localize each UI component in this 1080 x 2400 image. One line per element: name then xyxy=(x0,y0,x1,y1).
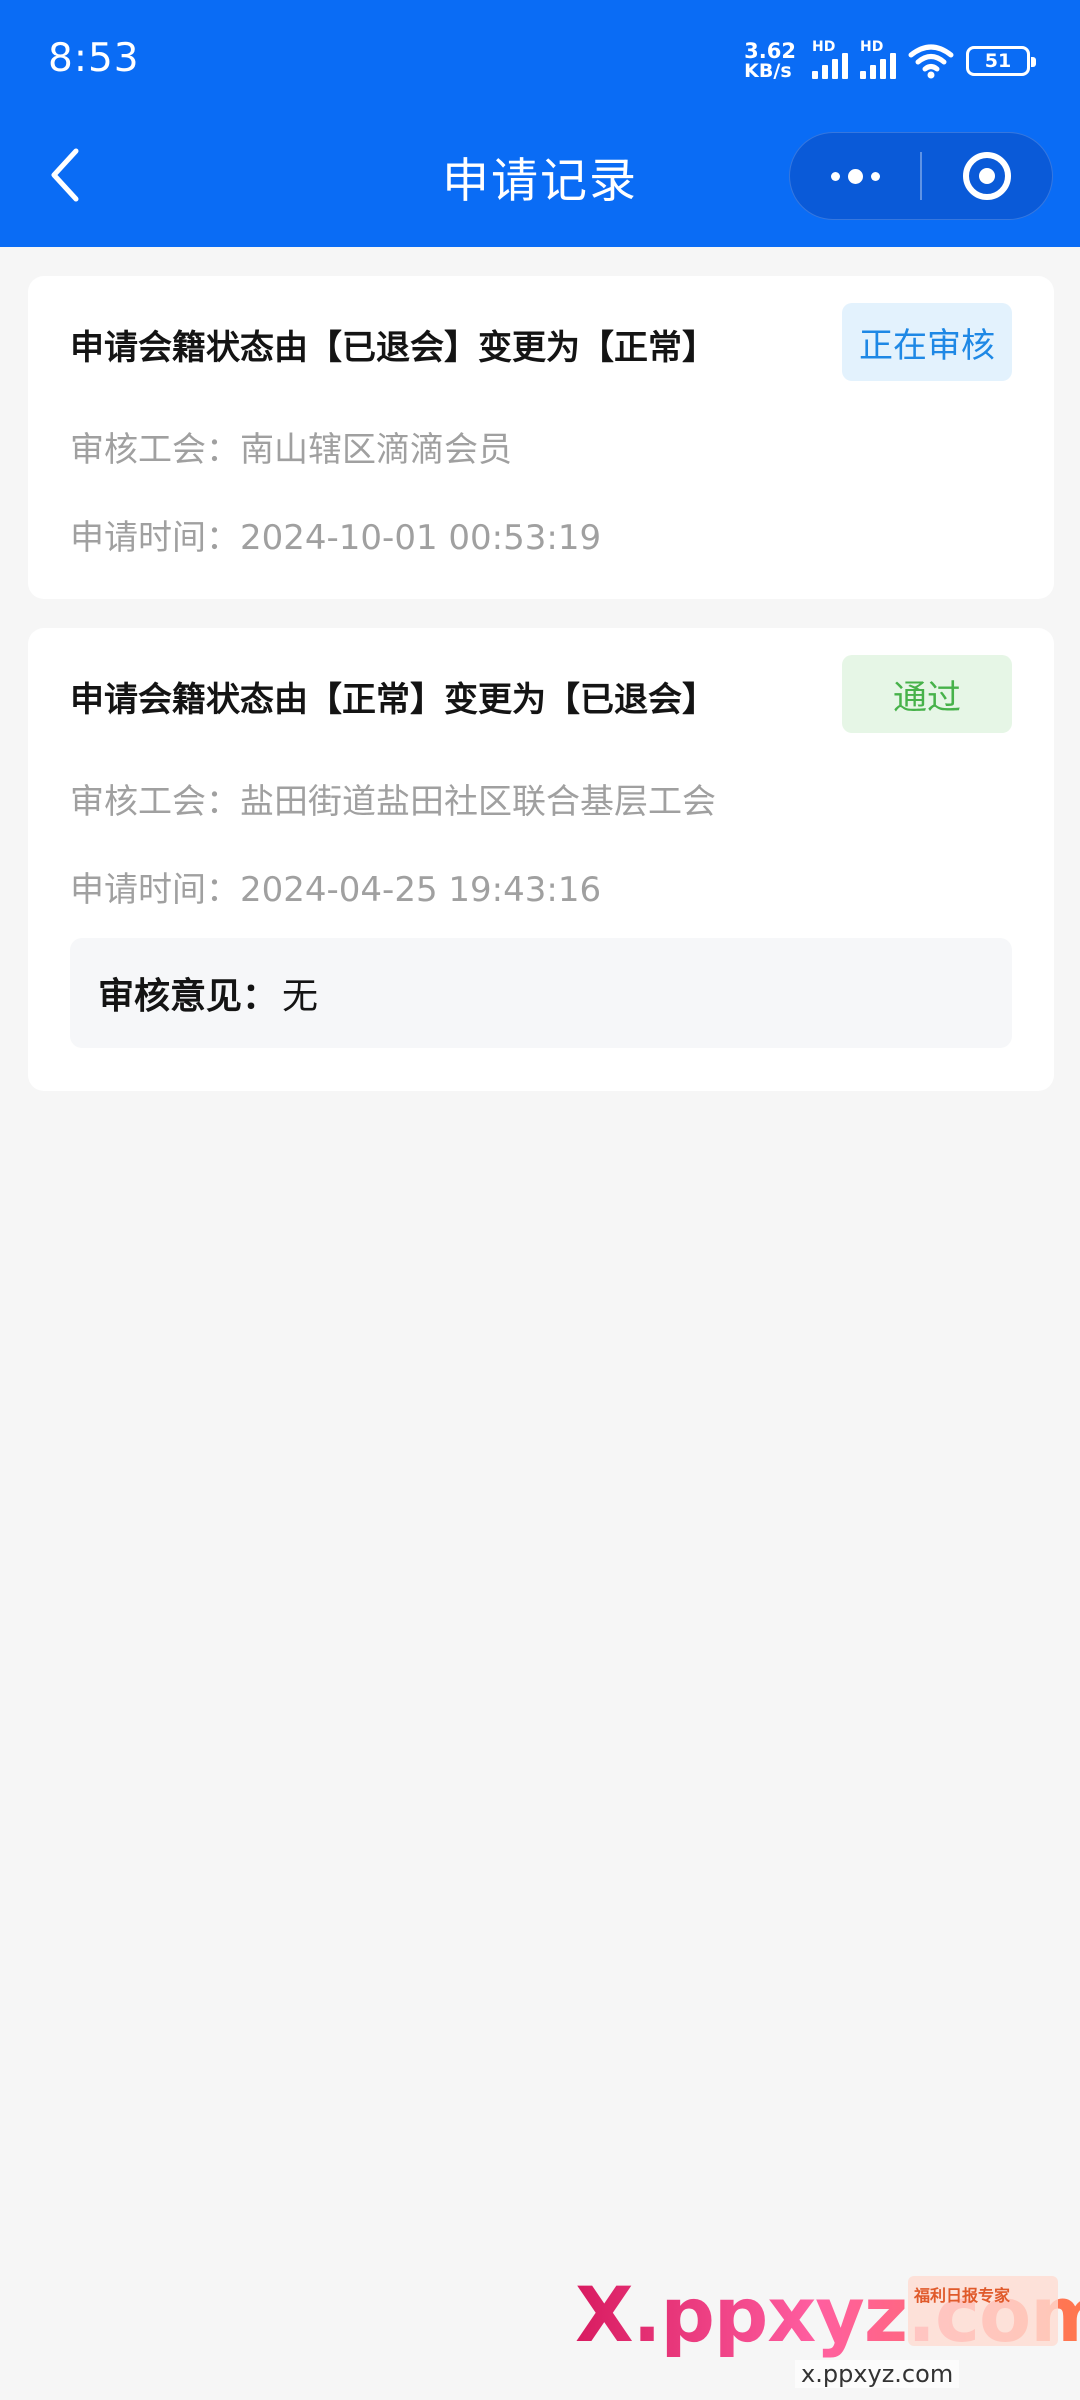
network-speed-unit: KB/s xyxy=(744,60,792,82)
status-time: 8:53 xyxy=(48,36,140,81)
signal-2-icon: HD xyxy=(860,39,896,79)
status-icons: 3.62 KB/s HD HD 51 xyxy=(744,38,1036,84)
network-speed: 3.62 KB/s xyxy=(744,41,796,81)
review-union-label: 审核工会： xyxy=(70,430,240,470)
review-union-value: 盐田街道盐田社区联合基层工会 xyxy=(240,782,716,822)
close-mini-program-button[interactable] xyxy=(922,133,1052,219)
apply-time: 申请时间：2024-04-25 19:43:16 xyxy=(70,862,601,911)
review-union: 审核工会：盐田街道盐田社区联合基层工会 xyxy=(70,774,716,823)
more-button[interactable] xyxy=(790,133,920,219)
watermark-url: x.ppxyz.com xyxy=(795,2360,960,2388)
review-union: 审核工会：南山辖区滴滴会员 xyxy=(70,422,512,471)
apply-time-label: 申请时间： xyxy=(70,870,240,910)
watermark: X.ppxyz.com 福利日报专家 x.ppxyz.com xyxy=(575,2270,1080,2395)
review-opinion-value: 无 xyxy=(282,976,319,1017)
record-card[interactable]: 申请会籍状态由【已退会】变更为【正常】 正在审核 审核工会：南山辖区滴滴会员 申… xyxy=(28,276,1054,599)
apply-time-value: 2024-04-25 19:43:16 xyxy=(240,870,602,910)
mini-program-capsule xyxy=(789,132,1053,220)
header: 8:53 3.62 KB/s HD HD 51 申请记录 xyxy=(0,0,1080,247)
battery-icon: 51 xyxy=(966,46,1036,76)
more-dots-icon xyxy=(830,168,880,184)
apply-time-label: 申请时间： xyxy=(70,518,240,558)
battery-level: 51 xyxy=(984,50,1012,72)
record-title: 申请会籍状态由【已退会】变更为【正常】 xyxy=(70,328,716,368)
review-opinion-label: 审核意见： xyxy=(98,976,279,1017)
review-union-value: 南山辖区滴滴会员 xyxy=(240,430,512,470)
page: 8:53 3.62 KB/s HD HD 51 申请记录 申请会籍状态由【已退会… xyxy=(0,0,1080,2400)
watermark-badge: 福利日报专家 xyxy=(908,2276,1058,2346)
record-title: 申请会籍状态由【正常】变更为【已退会】 xyxy=(70,680,716,720)
review-union-label: 审核工会： xyxy=(70,782,240,822)
target-circle-icon xyxy=(962,152,1011,200)
signal-2-hd-label: HD xyxy=(860,39,884,55)
record-card[interactable]: 申请会籍状态由【正常】变更为【已退会】 通过 审核工会：盐田街道盐田社区联合基层… xyxy=(28,628,1054,1091)
apply-time-value: 2024-10-01 00:53:19 xyxy=(240,518,602,558)
review-opinion: 审核意见：无 xyxy=(70,938,1012,1048)
status-badge: 正在审核 xyxy=(842,303,1012,381)
wifi-icon xyxy=(908,44,954,79)
network-speed-value: 3.62 xyxy=(744,39,796,63)
apply-time: 申请时间：2024-10-01 00:53:19 xyxy=(70,510,601,559)
signal-1-hd-label: HD xyxy=(812,39,836,55)
signal-1-icon: HD xyxy=(812,39,848,79)
status-badge: 通过 xyxy=(842,655,1012,733)
